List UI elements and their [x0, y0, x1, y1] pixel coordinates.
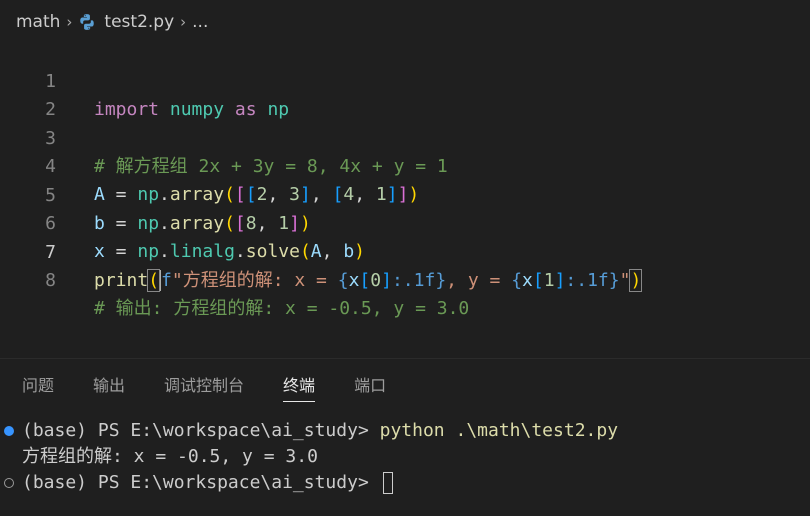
terminal-prompt: (base) PS E:\workspace\ai_study> — [22, 420, 380, 441]
code-line: 4 A = np.array([[2, 3], [4, 1]]) — [0, 125, 810, 205]
token: "方程组的解: x = — [171, 270, 338, 291]
breadcrumb-file-label: test2.py — [104, 12, 175, 32]
token: :.1f — [565, 270, 609, 291]
tab-debug-console[interactable]: 调试控制台 — [142, 372, 261, 402]
tab-ports[interactable]: 端口 — [332, 372, 403, 402]
breadcrumb-more[interactable]: ... — [192, 12, 208, 32]
token: } — [435, 270, 447, 291]
token: 1 — [543, 270, 555, 291]
matched-bracket: ( — [147, 269, 161, 292]
code-line: 3 # 解方程组 2x + 3y = 8, 4x + y = 1 — [0, 97, 810, 177]
command-pending-dot-icon[interactable] — [4, 478, 14, 488]
tab-problems[interactable]: 问题 — [0, 372, 71, 402]
panel-divider[interactable] — [0, 358, 810, 359]
breadcrumb-file[interactable]: test2.py — [78, 12, 174, 32]
token: print — [94, 270, 149, 291]
token: [ — [532, 270, 544, 291]
token: x — [522, 270, 533, 291]
tab-terminal[interactable]: 终端 — [261, 372, 332, 402]
tab-output[interactable]: 输出 — [71, 372, 142, 402]
chevron-right-icon: › — [180, 13, 187, 31]
terminal-command: python .\math\test2.py — [379, 420, 619, 441]
python-file-icon — [80, 14, 95, 30]
code-editor[interactable]: 1 import numpy as np 2 3 # 解方程组 2x + 3y … — [0, 38, 810, 356]
chevron-right-icon: › — [66, 13, 73, 31]
token: 0 — [370, 270, 382, 291]
terminal-prompt: (base) PS E:\workspace\ai_study> — [22, 472, 380, 493]
token: { — [511, 270, 523, 291]
token: , y = — [446, 270, 512, 291]
terminal-line: (base) PS E:\workspace\ai_study> python … — [22, 418, 618, 444]
token: ] — [554, 270, 566, 291]
breadcrumb-folder[interactable]: math — [16, 12, 60, 32]
comment: # 输出: 方程组的解: x = -0.5, y = 3.0 — [94, 298, 470, 319]
token: f — [161, 270, 172, 291]
panel-tabs: 问题 输出 调试控制台 终端 端口 — [0, 372, 403, 402]
code-line: 8 # 输出: 方程组的解: x = -0.5, y = 3.0 — [0, 239, 810, 319]
token: [ — [359, 270, 371, 291]
terminal-output: 方程组的解: x = -0.5, y = 3.0 — [22, 446, 318, 467]
token: } — [608, 270, 620, 291]
token: x — [348, 270, 360, 291]
token: " — [619, 270, 631, 291]
token: { — [337, 270, 349, 291]
matched-bracket: ) — [629, 269, 643, 292]
terminal-cursor — [382, 472, 393, 494]
line-number: 8 — [45, 270, 56, 291]
token: :.1f — [391, 270, 436, 291]
token: ] — [381, 270, 392, 291]
code-line-active: 7 print(f"方程组的解: x = {x[0]:.1f}, y = {x[… — [0, 211, 810, 292]
code-line: 1 import numpy as np — [0, 40, 810, 120]
code-line: 2 — [0, 68, 810, 120]
code-line: 6 x = np.linalg.solve(A, b) — [0, 182, 810, 262]
command-success-dot-icon[interactable] — [4, 426, 14, 436]
code-line: 5 b = np.array([8, 1]) — [0, 154, 810, 234]
terminal-line: (base) PS E:\workspace\ai_study> — [22, 470, 393, 496]
